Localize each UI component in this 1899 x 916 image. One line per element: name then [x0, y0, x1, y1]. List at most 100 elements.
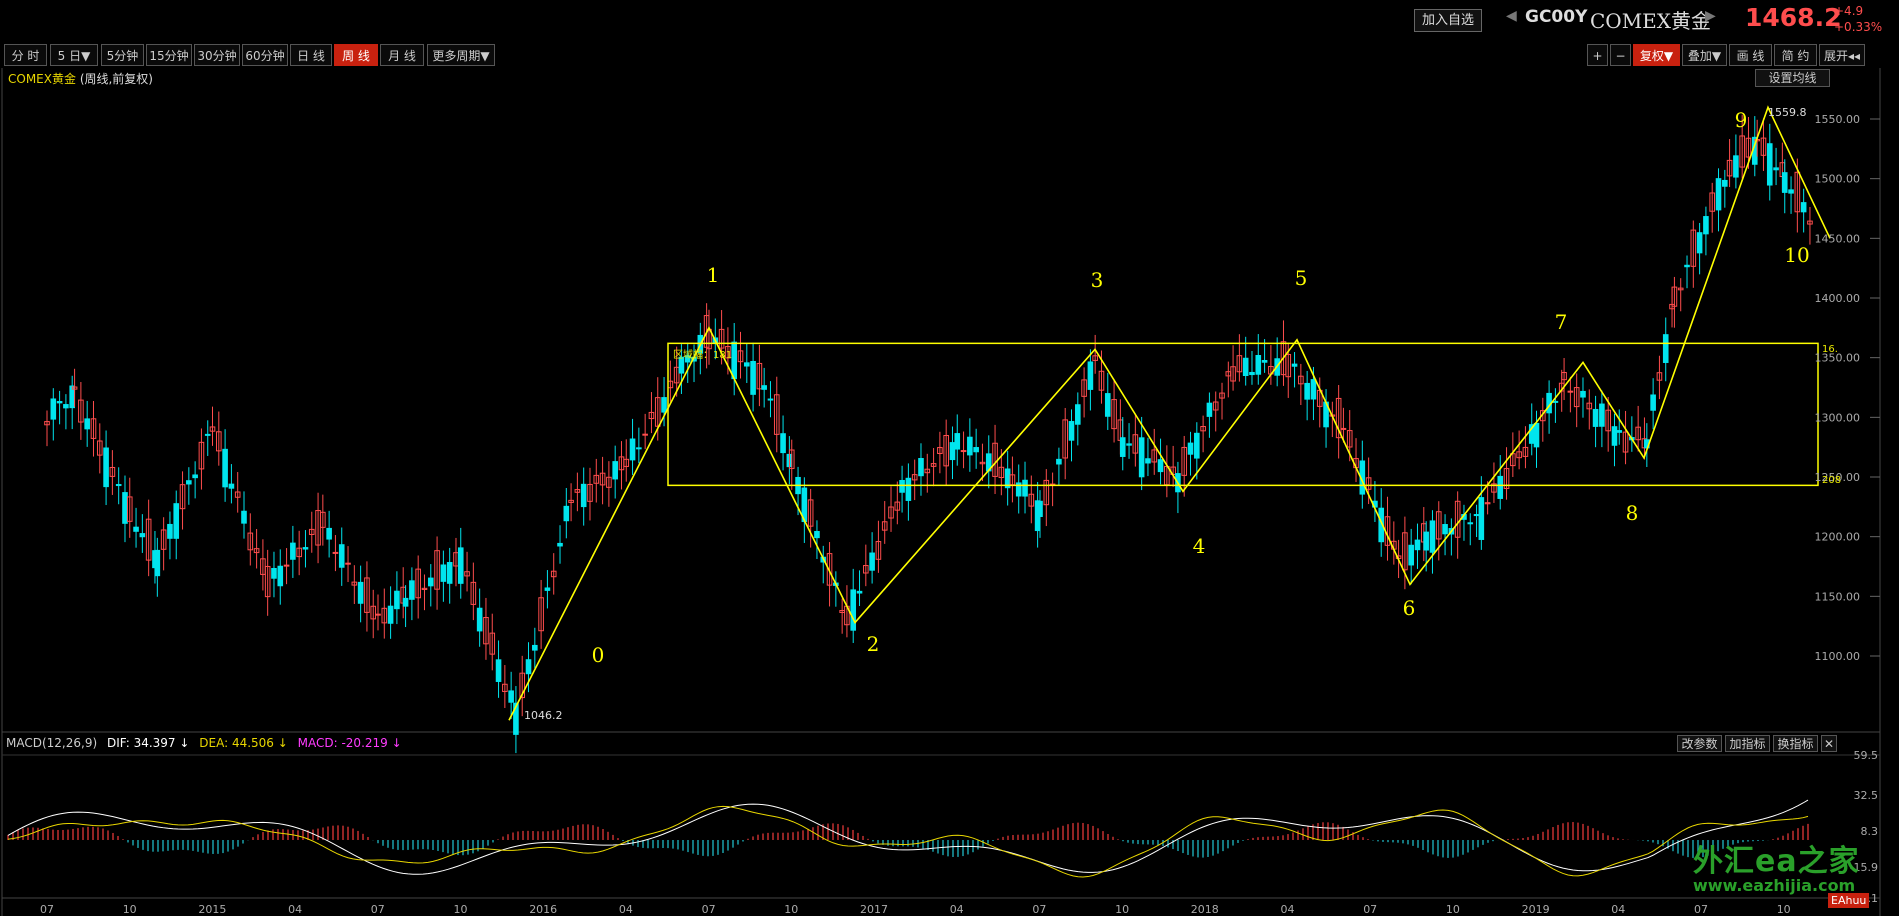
time-tick-label: 04 [1611, 903, 1625, 916]
candle-body [642, 433, 648, 436]
candle-body [856, 590, 863, 594]
candle-body [1037, 500, 1043, 517]
candle-body [629, 438, 636, 461]
candle-body [1552, 400, 1559, 403]
candle-body [186, 480, 192, 485]
candle-body [1187, 442, 1194, 455]
candle-body [1022, 479, 1028, 497]
candle-body [761, 385, 767, 390]
time-tick-label: 10 [1446, 903, 1460, 916]
candle-body [115, 483, 122, 487]
box-left-label: 区域幅：181 [673, 348, 732, 361]
candle-body [814, 530, 820, 539]
candle-body [427, 577, 434, 587]
box-right-top-label: 16. [1822, 344, 1838, 355]
candle-body [228, 483, 235, 489]
edit-params-button[interactable]: 改参数 [1677, 735, 1722, 752]
candle-body [780, 433, 786, 454]
candle-body [1429, 520, 1436, 553]
price-tick-label: 1300.00 [1815, 411, 1861, 424]
candle-body [1478, 497, 1485, 540]
candle-body [332, 551, 339, 554]
candle-body [50, 398, 57, 420]
time-tick-label: 07 [1694, 903, 1708, 916]
candle-body [1068, 421, 1075, 441]
max-price-label: 1559.8 [1768, 106, 1807, 119]
candle-body [1340, 427, 1347, 430]
switch-indicator-button[interactable]: 换指标 [1773, 735, 1818, 752]
candle-body [1261, 360, 1268, 363]
candle-body [1567, 390, 1574, 393]
wave-label: 7 [1555, 310, 1568, 334]
candle-body [636, 447, 642, 450]
price-chart[interactable]: 0 1 2 3 4 5 6 7 8 9 10 1550.00 1500.00 1450.00 1400.0… [0, 0, 1899, 916]
price-tick-label: 1150.00 [1815, 590, 1861, 603]
wave-label: 5 [1295, 266, 1308, 290]
macd-dif: DIF: 34.397 ↓ [106, 736, 190, 750]
candle-body [446, 562, 453, 584]
candle-body [1126, 443, 1132, 446]
macd-tick-label: 32.5 [1854, 789, 1879, 802]
candle-body [1696, 232, 1703, 254]
candle-body [1715, 178, 1722, 211]
candle-body [1467, 522, 1474, 525]
wave-label: 2 [867, 632, 880, 656]
add-indicator-button[interactable]: 加指标 [1725, 735, 1770, 752]
candle-body [326, 527, 332, 540]
candle-body [290, 542, 296, 560]
candle-body [222, 448, 228, 488]
time-tick-label: 07 [40, 903, 54, 916]
close-indicator-icon[interactable]: ✕ [1821, 735, 1837, 752]
candle-body [192, 474, 198, 479]
time-tick-label: 10 [784, 903, 798, 916]
candle-body [394, 590, 400, 610]
candle-body [869, 552, 875, 571]
time-tick-label: 07 [1363, 903, 1377, 916]
candle-body [973, 447, 979, 453]
candle-body [1310, 379, 1317, 400]
candlestick-series [44, 114, 1813, 754]
candle-body [345, 562, 351, 565]
candle-body [744, 362, 750, 367]
min-price-label: 1046.2 [524, 709, 563, 722]
price-tick-label: 1400.00 [1815, 292, 1861, 305]
candle-body [563, 505, 570, 522]
candle-body [1145, 458, 1151, 464]
candle-body [1733, 155, 1739, 178]
candle-body [357, 581, 364, 604]
candle-body [1599, 403, 1605, 427]
time-tick-label: 04 [619, 903, 633, 916]
candle-body [1533, 422, 1540, 448]
wave-label: 8 [1626, 501, 1639, 525]
time-tick-label: 04 [288, 903, 302, 916]
candle-body [750, 360, 756, 395]
candle-body [1616, 430, 1623, 433]
price-tick-label: 1550.00 [1815, 113, 1861, 126]
candle-body [84, 418, 90, 430]
time-tick-label: 2017 [860, 903, 888, 916]
candle-body [103, 447, 109, 488]
candle-body [457, 547, 464, 584]
candle-body [1580, 390, 1586, 398]
candle-body [1087, 361, 1094, 390]
candle-body [271, 567, 277, 579]
candle-body [918, 458, 924, 477]
watermark: 外汇ea之家 www.eazhijia.com [1693, 836, 1860, 895]
candle-body [375, 613, 381, 616]
candle-body [173, 503, 180, 539]
candle-body [532, 644, 538, 651]
candle-body [133, 526, 139, 532]
candle-body [1119, 437, 1126, 457]
time-tick-label: 04 [950, 903, 964, 916]
candle-body [1611, 426, 1618, 446]
candle-body [1703, 216, 1709, 235]
time-tick-label: 10 [1777, 903, 1791, 916]
wave-label: 10 [1784, 243, 1809, 267]
price-tick-label: 1450.00 [1815, 232, 1861, 245]
candle-body [476, 607, 483, 632]
macd-dea: DEA: 44.506 ↓ [199, 736, 288, 750]
candle-body [1242, 357, 1249, 377]
candle-body [1157, 459, 1164, 473]
candle-body [1206, 402, 1213, 417]
candle-body [402, 597, 409, 607]
